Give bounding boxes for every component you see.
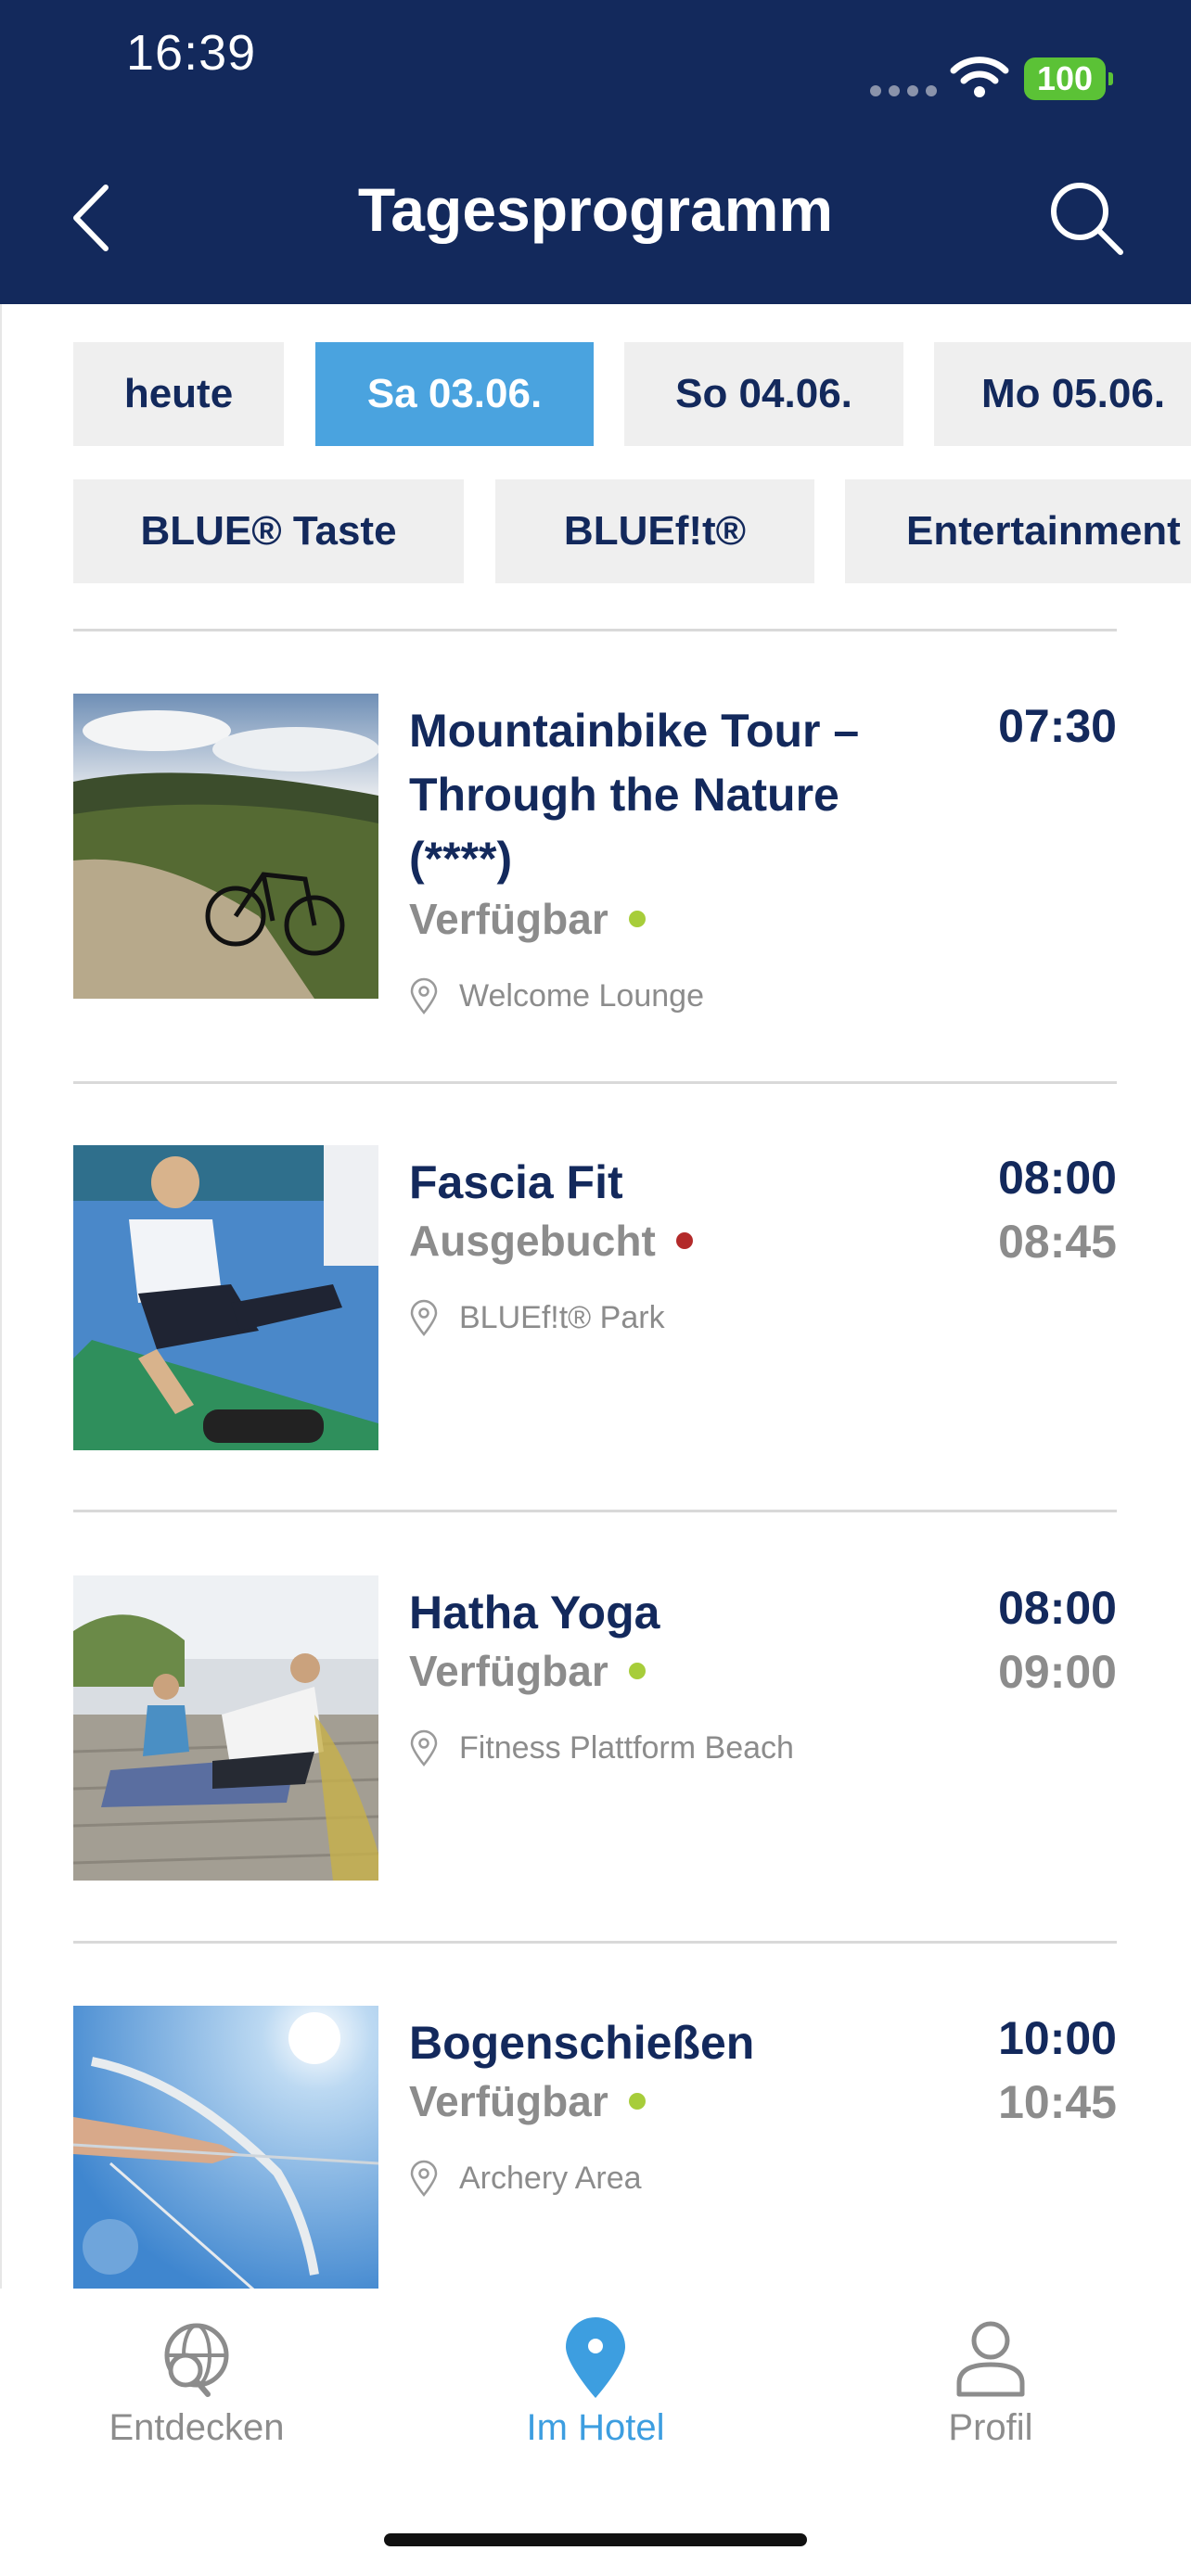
home-indicator[interactable] — [384, 2533, 807, 2546]
cellular-signal-icon — [870, 85, 937, 96]
status-label: Verfügbar — [409, 2077, 608, 2125]
activity-location: Welcome Lounge — [409, 977, 704, 1014]
category-tab-taste[interactable]: BLUE® Taste — [73, 479, 464, 583]
divider — [73, 1941, 1117, 1944]
divider — [73, 1081, 1117, 1084]
activity-title: Mountainbike Tour – Through the Nature (… — [409, 705, 860, 885]
start-time: 08:00 — [998, 1152, 1117, 1204]
search-icon[interactable] — [1046, 178, 1126, 258]
activity-location: Fitness Plattform Beach — [409, 1729, 794, 1766]
date-tab[interactable]: So 04.06. — [624, 342, 903, 446]
start-time: 08:00 — [998, 1582, 1117, 1634]
activity-title: Fascia Fit — [409, 1156, 623, 1208]
activity-item[interactable]: Mountainbike Tour – Through the Nature (… — [73, 694, 1117, 1014]
activity-item[interactable]: Fascia Fit Ausgebucht BLUEf!t® Park 08:0… — [73, 1145, 1117, 1451]
location-pin-icon — [410, 2160, 438, 2197]
availability-status: Verfügbar — [409, 2076, 646, 2126]
status-dot-icon — [628, 2093, 646, 2110]
status-label: Verfügbar — [409, 1647, 608, 1695]
status-dot-icon — [628, 1663, 646, 1679]
nav-label: Im Hotel — [526, 2407, 665, 2448]
battery-indicator: 100 — [1024, 57, 1113, 100]
activity-title: Bogenschießen — [409, 2017, 755, 2069]
activity-title: Hatha Yoga — [409, 1587, 660, 1639]
screen-edge — [0, 304, 2, 2576]
user-icon — [956, 2321, 1025, 2397]
end-time: 10:45 — [998, 2076, 1117, 2128]
category-tab-entertainment[interactable]: Entertainment — [845, 479, 1191, 583]
activity-location: Archery Area — [409, 2160, 642, 2197]
status-bar-time: 16:39 — [126, 25, 257, 81]
map-pin-icon — [566, 2317, 625, 2398]
status-label: Verfügbar — [409, 895, 608, 943]
location-pin-icon — [410, 1299, 438, 1336]
nav-label: Entdecken — [109, 2407, 285, 2448]
page-title: Tagesprogramm — [357, 175, 834, 244]
activity-image — [73, 694, 378, 999]
globe-search-icon — [164, 2323, 229, 2397]
location-label: Fitness Plattform Beach — [459, 1729, 794, 1766]
end-time: 09:00 — [998, 1646, 1117, 1698]
divider — [73, 629, 1117, 631]
date-tab-today[interactable]: heute — [73, 342, 284, 446]
location-pin-icon — [410, 1729, 438, 1766]
nav-tab-profil[interactable]: Profil — [852, 2316, 1130, 2449]
availability-status: Verfügbar — [409, 1646, 646, 1696]
nav-tab-im-hotel[interactable]: Im Hotel — [456, 2316, 735, 2449]
activity-image — [73, 1575, 378, 1881]
availability-status: Ausgebucht — [409, 1216, 693, 1266]
date-tab-selected[interactable]: Sa 03.06. — [315, 342, 594, 446]
location-label: Welcome Lounge — [459, 977, 704, 1014]
nav-label: Profil — [948, 2407, 1033, 2448]
activity-image — [73, 2006, 378, 2289]
divider — [73, 1510, 1117, 1512]
availability-status: Verfügbar — [409, 894, 646, 944]
location-pin-icon — [410, 977, 438, 1014]
status-label: Ausgebucht — [409, 1217, 656, 1265]
activity-image — [73, 1145, 378, 1450]
status-dot-icon — [675, 1232, 693, 1249]
app-header: 16:39 100 Tagesprogramm — [0, 0, 1191, 304]
end-time: 08:45 — [998, 1216, 1117, 1268]
wifi-icon — [950, 57, 1009, 97]
start-time: 07:30 — [998, 700, 1117, 752]
location-label: BLUEf!t® Park — [459, 1299, 665, 1335]
date-tab[interactable]: Mo 05.06. — [934, 342, 1191, 446]
location-label: Archery Area — [459, 2160, 642, 2196]
category-tab-fit[interactable]: BLUEf!t® — [495, 479, 814, 583]
nav-tab-entdecken[interactable]: Entdecken — [58, 2316, 336, 2449]
activity-location: BLUEf!t® Park — [409, 1299, 665, 1336]
activity-item[interactable]: Bogenschießen Verfügbar Archery Area 10:… — [73, 2006, 1117, 2289]
status-dot-icon — [628, 911, 646, 927]
activity-item[interactable]: Hatha Yoga Verfügbar Fitness Plattform B… — [73, 1575, 1117, 1881]
start-time: 10:00 — [998, 2012, 1117, 2064]
